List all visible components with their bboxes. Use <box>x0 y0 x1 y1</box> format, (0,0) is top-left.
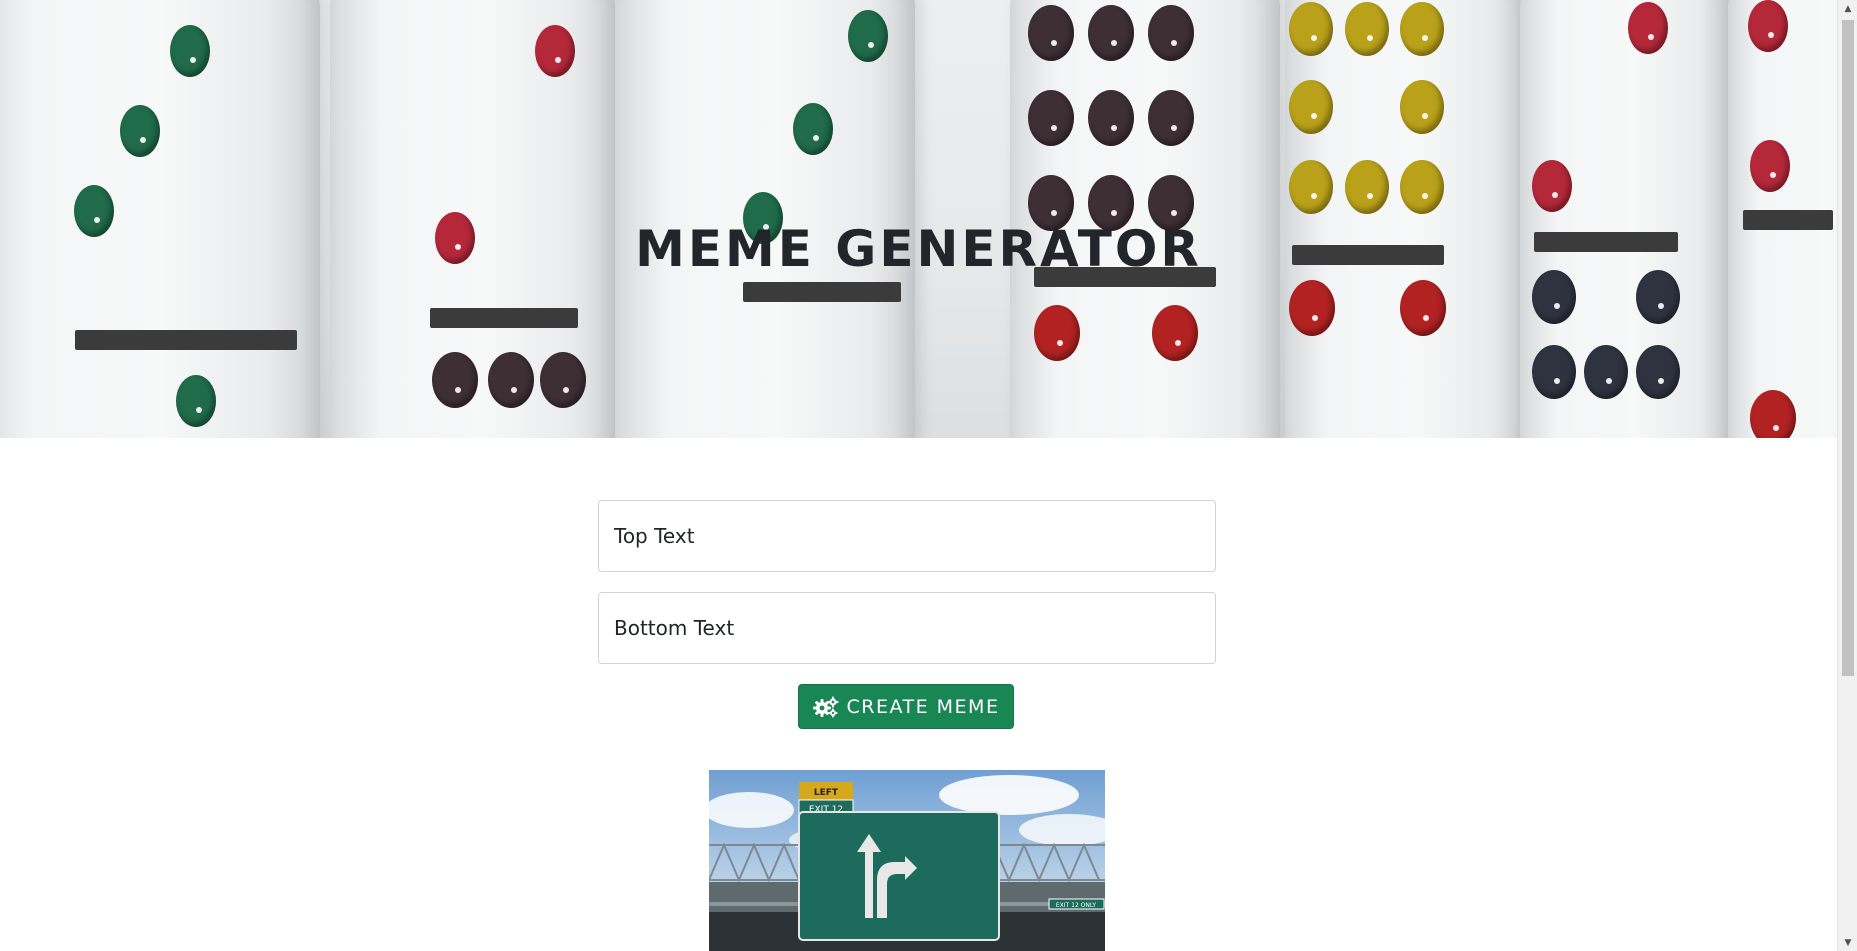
vertical-scrollbar[interactable]: ▲ ▼ <box>1837 0 1857 951</box>
top-text-input[interactable] <box>598 500 1216 572</box>
sign-top-text: LEFT <box>814 788 839 798</box>
page-title: MEME GENERATOR <box>635 220 1202 278</box>
domino-tile <box>330 0 615 438</box>
sign-small-text: EXIT 12 ONLY <box>1056 902 1097 909</box>
meme-image: LEFT EXIT 12 EXIT 12 ONLY <box>709 770 1105 951</box>
page: MEME GENERATOR CREATE MEME <box>0 0 1837 951</box>
scroll-up-icon[interactable]: ▲ <box>1838 0 1857 17</box>
domino-tile <box>0 0 320 438</box>
domino-tile <box>1010 0 1280 438</box>
meme-form <box>598 500 1216 664</box>
bottom-text-input[interactable] <box>598 592 1216 664</box>
domino-tile <box>1285 0 1525 438</box>
domino-tile <box>1520 0 1730 438</box>
create-meme-label: CREATE MEME <box>846 695 1000 718</box>
gears-icon <box>812 696 839 717</box>
hero-banner: MEME GENERATOR <box>0 0 1837 438</box>
scrollbar-thumb[interactable] <box>1842 20 1854 676</box>
domino-tile <box>1728 0 1837 438</box>
scroll-down-icon[interactable]: ▼ <box>1838 934 1857 951</box>
domino-tile <box>615 0 915 438</box>
create-meme-button[interactable]: CREATE MEME <box>798 684 1014 729</box>
highway-sign-image: LEFT EXIT 12 EXIT 12 ONLY <box>709 770 1105 951</box>
